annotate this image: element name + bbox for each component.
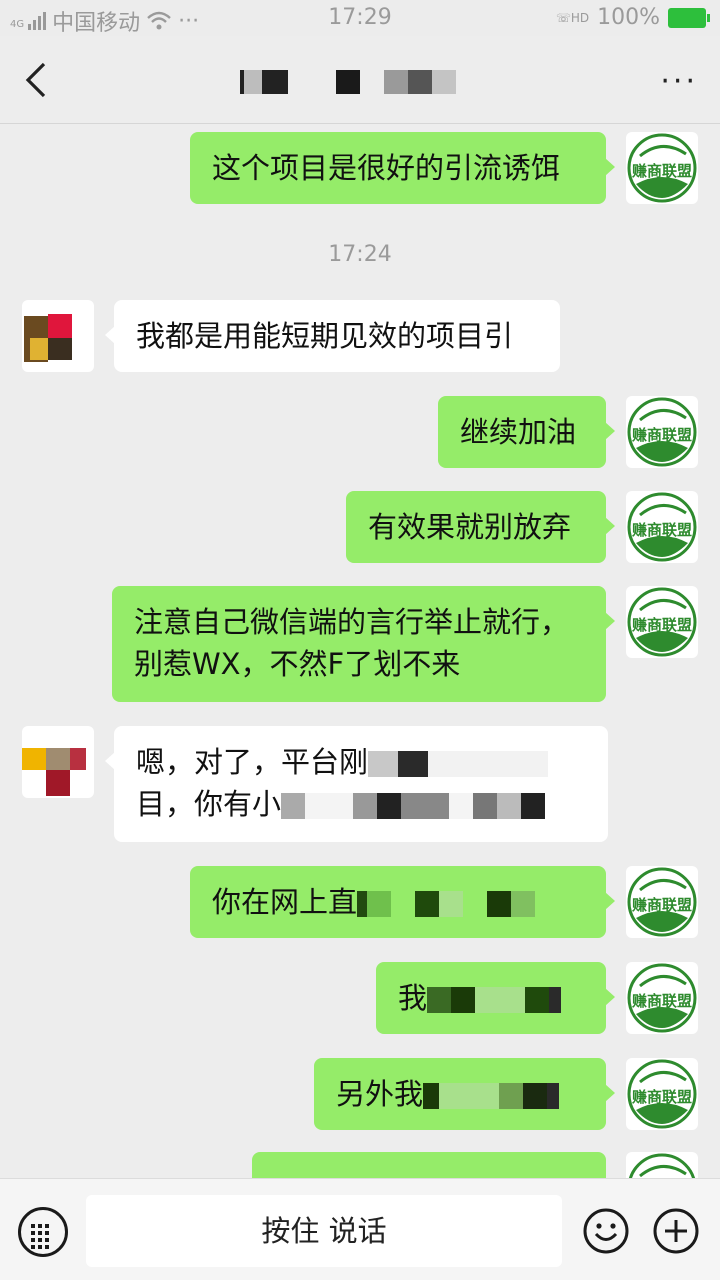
svg-text:赚商联盟: 赚商联盟 [631,616,692,634]
message-bubble-me[interactable]: 另外我 [314,1058,615,1130]
more-options-icon[interactable]: ··· [660,64,698,99]
svg-text:赚商联盟: 赚商联盟 [631,162,692,180]
message-bubble-me[interactable]: 你在网上直 [190,866,615,938]
chat-header: ··· [0,36,720,124]
plus-icon[interactable] [652,1207,700,1255]
message-bubble-me[interactable]: 继续加油 [438,396,615,468]
hold-to-talk-button[interactable]: 按住 说话 [86,1195,562,1267]
svg-text:赚商联盟: 赚商联盟 [631,426,692,444]
brand-logo-icon: 赚商联盟 [627,963,697,1033]
brand-logo-icon: 赚商联盟 [627,587,697,657]
timestamp: 17:24 [328,242,392,267]
status-bar: 4G 中国移动 ··· 17:29 ☏HD 100% [0,0,720,36]
message-line: 别惹WX，不然F了划不来 [134,647,461,681]
brand-logo-icon: 赚商联盟 [627,867,697,937]
svg-text:赚商联盟: 赚商联盟 [631,896,692,914]
message-line: 目，你有小 [136,783,586,825]
svg-text:赚商联盟: 赚商联盟 [631,1088,692,1106]
chat-input-bar: 按住 说话 [0,1178,720,1280]
brand-avatar[interactable]: 赚商联盟 [626,586,698,658]
svg-text:赚商联盟: 赚商联盟 [631,992,692,1010]
hd-call-icon: ☏HD [555,10,590,25]
brand-avatar[interactable]: 赚商联盟 [626,132,698,204]
message-bubble-me[interactable]: 有效果就别放弃 [346,491,615,563]
chat-title-redacted [240,70,456,94]
user-avatar-redacted[interactable] [22,300,94,372]
brand-avatar[interactable]: 赚商联盟 [626,962,698,1034]
message-line: 注意自己微信端的言行举止就行， [134,605,570,639]
brand-avatar[interactable]: 赚商联盟 [626,396,698,468]
message-bubble-them[interactable]: 嗯，对了，平台刚 目，你有小 [105,726,608,842]
brand-avatar[interactable]: 赚商联盟 [626,491,698,563]
emoji-icon[interactable] [582,1207,630,1255]
svg-text:赚商联盟: 赚商联盟 [631,521,692,539]
message-bubble-me[interactable]: 这个项目是很好的引流诱饵 [190,132,615,204]
user-avatar-redacted[interactable] [22,726,94,798]
message-bubble-them[interactable]: 我都是用能短期见效的项目引 [105,300,560,372]
back-arrow-icon[interactable] [18,58,58,102]
brand-avatar[interactable] [626,1152,698,1178]
battery-icon [668,7,710,28]
brand-logo-icon: 赚商联盟 [627,492,697,562]
message-list[interactable]: 这个项目是很好的引流诱饵 赚商联盟 17:24 我都是用能短期见效的项目引 继续… [0,124,720,1178]
brand-logo-icon: 赚商联盟 [627,397,697,467]
message-line: 嗯，对了，平台刚 [136,741,586,783]
brand-logo-icon: 赚商联盟 [627,133,697,203]
brand-logo-icon [628,1153,696,1178]
battery-percent: 100% [597,5,660,30]
message-bubble-me-partial[interactable] [252,1152,606,1178]
message-bubble-me[interactable]: 注意自己微信端的言行举止就行， 别惹WX，不然F了划不来 [112,586,615,702]
brand-avatar[interactable]: 赚商联盟 [626,1058,698,1130]
brand-logo-icon: 赚商联盟 [627,1059,697,1129]
keyboard-toggle-icon[interactable] [18,1207,68,1257]
brand-avatar[interactable]: 赚商联盟 [626,866,698,938]
message-bubble-me[interactable]: 我 [376,962,615,1034]
